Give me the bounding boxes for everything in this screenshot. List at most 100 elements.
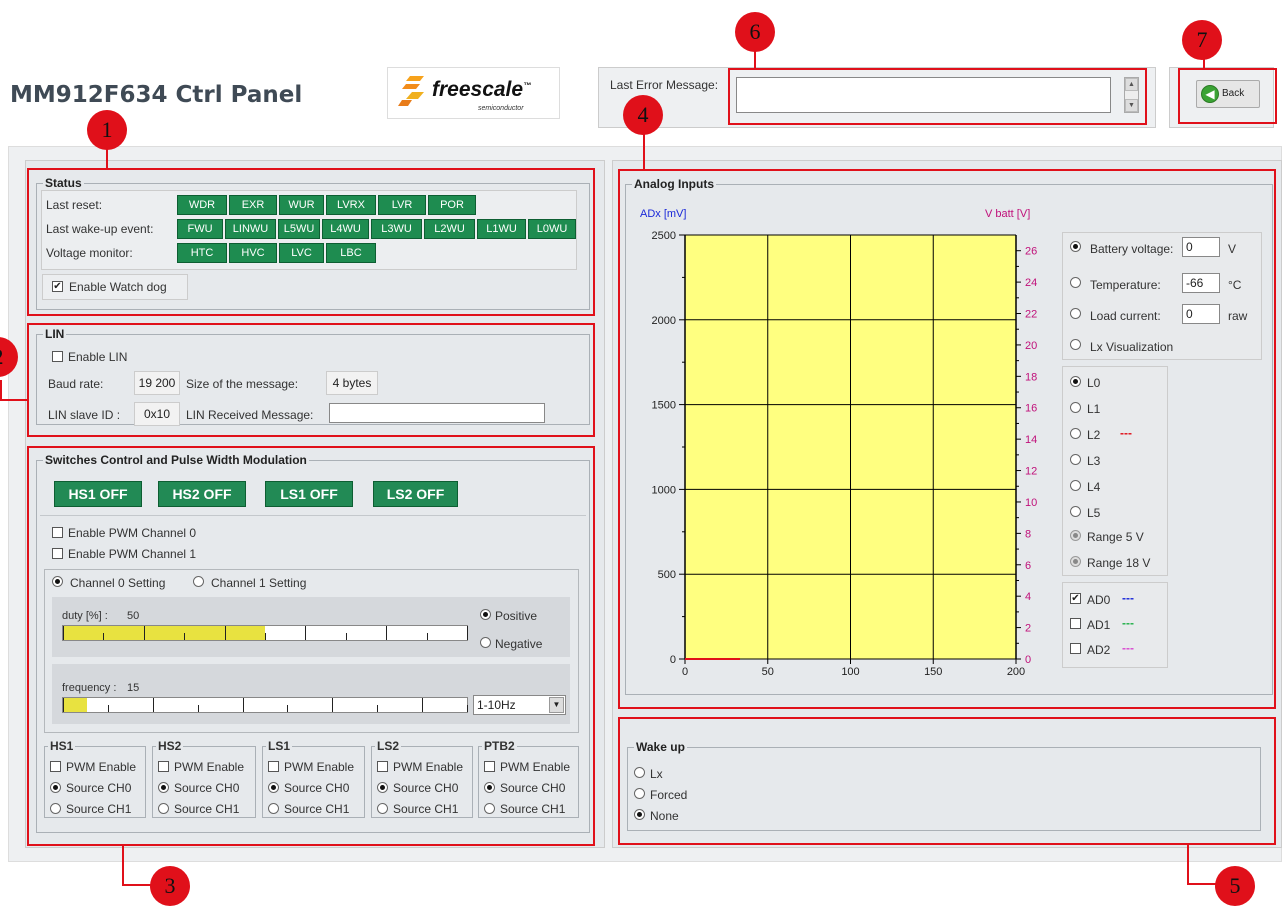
annotation-box-1	[27, 168, 595, 316]
annotation-line-3a	[122, 845, 124, 885]
l5-label: L5	[1087, 506, 1101, 520]
ad1-label: AD1	[1087, 618, 1111, 632]
ls2-source-ch1-label: Source CH1	[393, 802, 459, 816]
annotation-marker-4: 4	[623, 95, 663, 135]
ad0-dash-indicator: ---	[1122, 591, 1134, 605]
annotation-marker-5: 5	[1215, 866, 1255, 906]
annotation-box-4	[618, 169, 1276, 709]
last-error-label: Last Error Message:	[610, 78, 719, 92]
ls2-source-ch0-label: Source CH0	[393, 781, 459, 795]
voltage-lvc-indicator: LVC	[279, 243, 324, 263]
ls2-group-title: LS2	[375, 739, 402, 753]
hs2-pwm-enable-label: PWM Enable	[174, 760, 245, 774]
annotation-line-5a	[1187, 844, 1189, 884]
l3-label: L3	[1087, 454, 1101, 468]
hs2-pwm-enable-checkbox[interactable]	[158, 761, 169, 772]
wakeup-l5wu-indicator: L5WU	[278, 219, 320, 239]
l1-label: L1	[1087, 402, 1101, 416]
ls1-source-ch1-label: Source CH1	[284, 802, 350, 816]
hs1-pwm-enable-checkbox[interactable]	[50, 761, 61, 772]
reset-lvrx-indicator: LVRX	[326, 195, 376, 215]
hs1-source-ch1-radio[interactable]	[50, 803, 61, 814]
ptb2-source-ch0-radio[interactable]	[484, 782, 495, 793]
ad0-checkbox[interactable]: ✔	[1070, 593, 1081, 604]
ls1-source-ch0-radio[interactable]	[268, 782, 279, 793]
annotation-marker-6: 6	[735, 12, 775, 52]
annotation-box-6	[728, 68, 1147, 125]
annotation-line-2b	[0, 380, 2, 400]
voltage-hvc-indicator: HVC	[229, 243, 277, 263]
l1-radio[interactable]	[1070, 402, 1081, 413]
annotation-marker-7: 7	[1182, 20, 1222, 60]
annotation-line-6	[754, 50, 756, 70]
ptb2-source-ch1-radio[interactable]	[484, 803, 495, 814]
reset-por-indicator: POR	[428, 195, 476, 215]
ad2-checkbox[interactable]	[1070, 643, 1081, 654]
l4-label: L4	[1087, 480, 1101, 494]
l2-radio[interactable]	[1070, 428, 1081, 439]
annotation-line-3b	[122, 884, 152, 886]
ad0-label: AD0	[1087, 593, 1111, 607]
ad1-dash-indicator: ---	[1122, 616, 1134, 630]
reset-wur-indicator: WUR	[279, 195, 324, 215]
ls2-source-ch0-radio[interactable]	[377, 782, 388, 793]
wakeup-l4wu-indicator: L4WU	[322, 219, 369, 239]
l4-radio[interactable]	[1070, 480, 1081, 491]
wakeup-l0wu-indicator: L0WU	[528, 219, 576, 239]
wakeup-linwu-indicator: LINWU	[225, 219, 276, 239]
l5-radio[interactable]	[1070, 506, 1081, 517]
ls1-source-ch0-label: Source CH0	[284, 781, 350, 795]
wakeup-fwu-indicator: FWU	[177, 219, 223, 239]
ad2-label: AD2	[1087, 643, 1111, 657]
ls1-pwm-enable-checkbox[interactable]	[268, 761, 279, 772]
reset-wdr-indicator: WDR	[177, 195, 227, 215]
hs2-source-ch0-label: Source CH0	[174, 781, 240, 795]
l0-radio[interactable]	[1070, 376, 1081, 387]
ptb2-source-ch1-label: Source CH1	[500, 802, 566, 816]
l0-label: L0	[1087, 376, 1101, 390]
reset-lvr-indicator: LVR	[378, 195, 426, 215]
ptb2-group-title: PTB2	[482, 739, 517, 753]
reset-exr-indicator: EXR	[229, 195, 277, 215]
wakeup-l2wu-indicator: L2WU	[424, 219, 475, 239]
ls2-pwm-enable-label: PWM Enable	[393, 760, 464, 774]
ls2-source-ch1-radio[interactable]	[377, 803, 388, 814]
annotation-box-2	[27, 323, 595, 437]
voltage-lbc-indicator: LBC	[326, 243, 376, 263]
l2-dash-indicator: ---	[1120, 426, 1132, 440]
ad2-dash-indicator: ---	[1122, 641, 1134, 655]
hs1-group-title: HS1	[48, 739, 76, 753]
voltage-htc-indicator: HTC	[177, 243, 227, 263]
annotation-marker-1: 1	[87, 110, 127, 150]
ls2-pwm-enable-checkbox[interactable]	[377, 761, 388, 772]
logo-subtext: semiconductor	[478, 105, 524, 112]
hs2-source-ch1-label: Source CH1	[174, 802, 240, 816]
wakeup-l3wu-indicator: L3WU	[371, 219, 422, 239]
annotation-box-7	[1178, 68, 1277, 124]
page-title: MM912F634 Ctrl Panel	[10, 82, 303, 108]
ptb2-pwm-enable-label: PWM Enable	[500, 760, 571, 774]
annotation-line-1	[106, 148, 108, 170]
ls1-source-ch1-radio[interactable]	[268, 803, 279, 814]
ls1-pwm-enable-label: PWM Enable	[284, 760, 355, 774]
ptb2-pwm-enable-checkbox[interactable]	[484, 761, 495, 772]
logo-text: freescale™	[432, 78, 532, 101]
l3-radio[interactable]	[1070, 454, 1081, 465]
l2-label: L2	[1087, 428, 1101, 442]
ls1-group-title: LS1	[266, 739, 293, 753]
logo-star-icon	[398, 76, 424, 106]
hs1-source-ch1-label: Source CH1	[66, 802, 132, 816]
freescale-logo: freescale™ semiconductor	[387, 67, 560, 119]
annotation-box-5	[618, 717, 1276, 845]
annotation-marker-3: 3	[150, 866, 190, 906]
annotation-line-2a	[0, 399, 29, 401]
ad1-checkbox[interactable]	[1070, 618, 1081, 629]
hs2-source-ch0-radio[interactable]	[158, 782, 169, 793]
hs1-pwm-enable-label: PWM Enable	[66, 760, 137, 774]
ptb2-source-ch0-label: Source CH0	[500, 781, 566, 795]
hs2-source-ch1-radio[interactable]	[158, 803, 169, 814]
hs1-source-ch0-label: Source CH0	[66, 781, 132, 795]
hs1-source-ch0-radio[interactable]	[50, 782, 61, 793]
hs2-group-title: HS2	[156, 739, 184, 753]
wakeup-l1wu-indicator: L1WU	[477, 219, 526, 239]
